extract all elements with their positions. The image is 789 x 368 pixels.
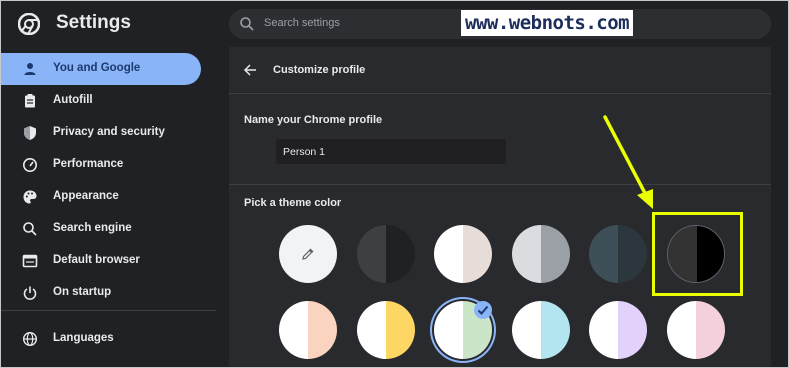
swatch-right-half [386, 225, 415, 283]
swatch-left-half [589, 301, 618, 359]
sidebar-item-label: Languages [53, 332, 114, 344]
annotation-highlight-box [652, 212, 743, 296]
swatch-right-half [308, 301, 337, 359]
swatch-right-half [618, 225, 647, 283]
clipboard-icon [25, 94, 35, 108]
sidebar-divider [1, 310, 216, 311]
person-icon [24, 63, 36, 75]
sidebar-item-default-browser[interactable]: Default browser [1, 245, 201, 277]
divider [229, 184, 771, 185]
swatch-left-half [434, 301, 463, 359]
swatch-right-half [463, 225, 492, 283]
sidebar-item-autofill[interactable]: Autofill [1, 85, 201, 117]
swatch-left-half [434, 225, 463, 283]
sidebar-item-label: Default browser [53, 254, 140, 266]
customize-profile-panel: Customize profile Name your Chrome profi… [229, 47, 771, 367]
profile-name-label: Name your Chrome profile [244, 114, 383, 126]
annotation-arrow-icon [603, 115, 653, 209]
sidebar-item-languages[interactable]: Languages [1, 323, 201, 355]
page-title: Customize profile [273, 64, 366, 76]
swatch-yellow[interactable] [357, 301, 415, 359]
selected-checkmark-icon [474, 301, 492, 319]
swatch-right-half [541, 225, 570, 283]
swatch-lavender[interactable] [589, 301, 647, 359]
sidebar-item-search-engine[interactable]: Search engine [1, 213, 201, 245]
browser-window-icon [22, 254, 38, 268]
profile-name-field[interactable] [276, 139, 506, 164]
sidebar-item-label: Performance [53, 158, 124, 170]
sidebar-item-label: Privacy and security [53, 126, 165, 138]
swatch-left-half [667, 301, 696, 359]
swatch-left-half [512, 301, 541, 359]
globe-icon [22, 331, 38, 347]
sidebar-item-appearance[interactable]: Appearance [1, 181, 201, 213]
sidebar-item-performance[interactable]: Performance [1, 149, 201, 181]
swatch-custom-color-picker[interactable] [279, 225, 337, 283]
swatch-right-half [386, 301, 415, 359]
swatch-beige[interactable] [434, 225, 492, 283]
watermark: www.webnots.com [461, 10, 634, 36]
theme-color-label: Pick a theme color [244, 197, 342, 209]
swatch-right-half [618, 301, 647, 359]
sidebar-item-you-and-google[interactable]: You and Google [1, 53, 201, 85]
sidebar: You and Google Autofill Privacy and secu… [1, 47, 216, 367]
swatch-light-blue[interactable] [512, 301, 570, 359]
chrome-settings-window: Settings Search settings www.webnots.com… [0, 0, 789, 368]
swatch-pink[interactable] [667, 301, 725, 359]
sidebar-item-label: Appearance [53, 190, 119, 202]
swatch-left-half [589, 225, 618, 283]
swatch-light-grey[interactable] [512, 225, 570, 283]
search-icon [23, 222, 37, 236]
eyedropper-icon [302, 248, 314, 260]
sidebar-item-label: Search engine [53, 222, 132, 234]
sidebar-item-label: You and Google [53, 62, 141, 74]
sidebar-item-privacy-and-security[interactable]: Privacy and security [1, 117, 201, 149]
back-arrow-icon[interactable] [243, 63, 257, 77]
swatch-right-half [541, 301, 570, 359]
swatch-peach[interactable] [279, 301, 337, 359]
swatch-grey-dark[interactable] [357, 225, 415, 283]
sidebar-item-label: Autofill [53, 94, 93, 106]
shield-icon [24, 126, 36, 140]
checkmark-icon [477, 305, 489, 315]
swatch-blue-grey[interactable] [589, 225, 647, 283]
sidebar-item-label: On startup [53, 286, 112, 298]
header: Settings Search settings www.webnots.com [1, 1, 788, 47]
chrome-logo-icon [18, 13, 40, 35]
palette-icon [23, 190, 37, 204]
swatch-left-half [279, 301, 308, 359]
divider [229, 93, 771, 94]
app-title: Settings [56, 12, 131, 33]
swatch-left-half [357, 225, 386, 283]
speedometer-icon [23, 158, 37, 172]
swatch-right-half [696, 301, 725, 359]
swatch-left-half [512, 225, 541, 283]
sidebar-item-on-startup[interactable]: On startup [1, 277, 201, 309]
power-icon [23, 286, 37, 300]
search-input[interactable]: Search settings [264, 17, 340, 29]
swatch-left-half [357, 301, 386, 359]
search-icon [240, 17, 254, 31]
